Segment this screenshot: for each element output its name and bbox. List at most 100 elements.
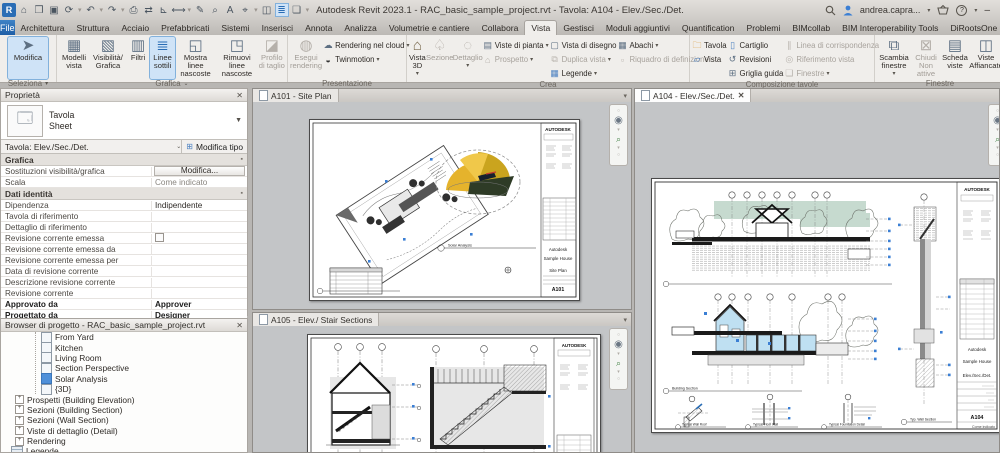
navbar-dropdown[interactable]: ▾ [996,127,999,133]
mostra-linee-nascoste-button[interactable]: ◱ Mostra linee nascoste [176,37,215,79]
default-3d-view-icon[interactable]: ⌖ [238,3,252,17]
a101-canvas[interactable]: AUTODESK Autodesk Sample House Site Plan… [253,102,631,309]
finestre-button[interactable]: ❏ Finestre ▾ [784,67,879,80]
navigation-bar[interactable]: ○◉ ▾ ⌕ ▾○ [609,328,628,390]
checkbox[interactable] [155,232,164,242]
filtri-button[interactable]: ▥ Filtri [127,37,150,79]
navigation-bar[interactable]: ○◉ ▾ ⌕ ▾○ [988,104,999,166]
open-icon[interactable]: ❒ [32,3,46,17]
zoom-dropdown[interactable]: ▾ [617,145,620,151]
print-icon[interactable]: ⎙ [127,3,141,17]
tab-vista[interactable]: Vista [524,20,558,35]
dettaglio-button[interactable]: ◌ Dettaglio ▾ [453,37,483,79]
tab-quantification[interactable]: Quantification [676,21,741,35]
tab-architettura[interactable]: Architettura [15,21,71,35]
property-row[interactable]: Data di revisione corrente [1,266,247,277]
expand-icon[interactable]: + [15,405,24,415]
dimension-dropdown[interactable]: ▾ [188,6,192,14]
tree-item-sezioni-building[interactable]: + Sezioni (Building Section) [1,404,247,416]
tab-file[interactable]: File [0,20,15,35]
modifica-button[interactable]: ➤ Modifica [7,36,49,80]
navbar-dropdown[interactable]: ▾ [617,127,620,133]
viste-affiancate-button[interactable]: ◫ Viste Affiancate [969,37,1000,79]
tree-item-sezioni-wall[interactable]: + Sezioni (Wall Section) [1,415,247,426]
tab-gestisci[interactable]: Gestisci [557,21,600,35]
transfer-icon[interactable]: ⇄ [142,3,156,17]
help-dropdown[interactable]: ▾ [974,7,977,14]
tavola-button[interactable]: 🗀 Tavola [692,39,726,52]
qat-customize-dropdown[interactable]: ▾ [306,6,310,14]
navigation-bar[interactable]: ○◉ ▾ ⌕ ▾○ [609,104,628,166]
property-row[interactable]: Revisione corrente [1,288,247,299]
user-avatar-icon[interactable] [843,5,853,16]
twinmotion-button[interactable]: ◒ Twinmotion ▾ [323,53,409,66]
prospetto-button[interactable]: ⌂ Prospetto ▾ [483,53,549,66]
section-grafica[interactable]: Grafica ▪ [1,154,247,166]
tab-struttura[interactable]: Struttura [70,21,115,35]
search-icon[interactable] [825,5,836,16]
rendering-nel-cloud-button[interactable]: ☁ Rendering nel cloud ▾ [323,39,410,52]
element-selector[interactable]: Tavola: Elev./Sec./Det. [1,142,176,152]
tree-item-section-perspective[interactable]: Section Perspective [1,362,247,374]
scheda-viste-button[interactable]: ▤ Scheda viste [941,37,969,79]
tree-item-from-yard[interactable]: From Yard [1,331,247,343]
zoom-dropdown[interactable]: ▾ [996,145,999,151]
save-icon[interactable]: ▣ [47,3,61,17]
property-row[interactable]: Approvato da Approver [1,299,247,310]
a105-canvas[interactable]: AUTODESK ○ ◉ ▾ ⌕ ▾ ○ [253,326,631,452]
tab-sistemi[interactable]: Sistemi [215,21,255,35]
tab-bim-interoperability[interactable]: BIM Interoperability Tools [836,21,944,35]
tab-prefabbricati[interactable]: Prefabbricati [155,21,215,35]
a101-sheet[interactable]: AUTODESK Autodesk Sample House Site Plan… [309,119,580,301]
tab-bimcollab[interactable]: BIMcollab [786,21,836,35]
grafica-dialog-launcher[interactable]: ⌄ [184,80,189,87]
tab-volumetrie[interactable]: Volumetrie e cantiere [383,21,476,35]
user-dropdown[interactable]: ▾ [927,7,930,14]
vista-button[interactable]: ▱ Vista [692,53,727,66]
group-label-seleziona[interactable]: Seleziona ▾ [0,79,56,88]
tab-overflow-icon[interactable]: ▾ [619,313,631,326]
properties-header[interactable]: Proprietà ✕ [1,89,247,102]
profilo-di-taglio-button[interactable]: ◪ Profilo di taglio [259,37,285,79]
properties-close-icon[interactable]: ✕ [236,91,243,100]
esegui-rendering-button[interactable]: ◍ Esegui rendering [290,37,322,79]
viste-di-pianta-button[interactable]: ▤ Viste di pianta ▾ [483,39,548,52]
expand-icon[interactable]: + [15,426,24,436]
revisioni-button[interactable]: ↺ Revisioni [728,53,784,66]
tab-moduli-aggiuntivi[interactable]: Moduli aggiuntivi [600,21,676,35]
cartiglio-button[interactable]: ▯ Cartiglio [728,39,784,52]
tree-item-solar-analysis[interactable]: Solar Analysis [1,373,247,385]
switch-windows-icon[interactable]: ❏ [290,3,304,17]
zoom-region-icon[interactable]: ⌕ [616,358,621,368]
measure-icon[interactable]: ⊾ [157,3,171,17]
property-row[interactable]: Revisione corrente emessa da [1,244,247,255]
revit-app-icon[interactable]: R [2,3,16,17]
tree-item-3d[interactable]: {3D} [1,383,247,395]
vista-3d-button[interactable]: ⌂ Vista 3D ▾ [409,37,426,79]
zoom-region-icon[interactable]: ⌕ [995,134,999,144]
property-row[interactable]: Revisione corrente emessa per [1,255,247,266]
tab-dirootsone[interactable]: DiRootsOne [944,21,1000,35]
tab-analizza[interactable]: Analizza [338,21,382,35]
signed-in-user[interactable]: andrea.capra... [860,5,921,15]
vista-di-disegno-button[interactable]: ▢ Vista di disegno [550,39,616,52]
tree-item-rendering[interactable]: + Rendering [1,435,247,447]
property-row[interactable]: Sostituzioni visibilità/grafica Modifica… [1,166,247,177]
property-row[interactable]: Dettaglio di riferimento [1,222,247,233]
tree-item-viste-di-dettaglio[interactable]: + Viste di dettaglio (Detail) [1,425,247,436]
modify-icon[interactable]: ✎ [193,3,207,17]
dimension-icon[interactable]: ⟷ [171,3,185,17]
zoom-region-icon[interactable]: ⌕ [616,134,621,144]
section-dati-identita[interactable]: Dati identità ▪ [1,188,247,200]
property-row[interactable]: Descrizione revisione corrente [1,277,247,288]
chiudi-non-attive-button[interactable]: ⊠ Chiudi Non attive [912,37,940,79]
sync-icon[interactable]: ⟳ [62,3,76,17]
steering-wheel-icon[interactable]: ◉ [614,339,623,350]
basket-icon[interactable] [937,5,950,15]
thin-lines-icon[interactable]: ≣ [274,3,289,17]
a104-sheet[interactable]: AUTODESK Autodesk Sample House Elev./Sec… [651,178,999,433]
tab-collabora[interactable]: Collabora [476,21,525,35]
sezione-button[interactable]: ♤ Sezione [426,37,453,79]
type-selector-dropdown-icon[interactable]: ▼ [235,117,247,124]
edit-type-button[interactable]: ⊞ Modifica tipo [181,140,247,153]
